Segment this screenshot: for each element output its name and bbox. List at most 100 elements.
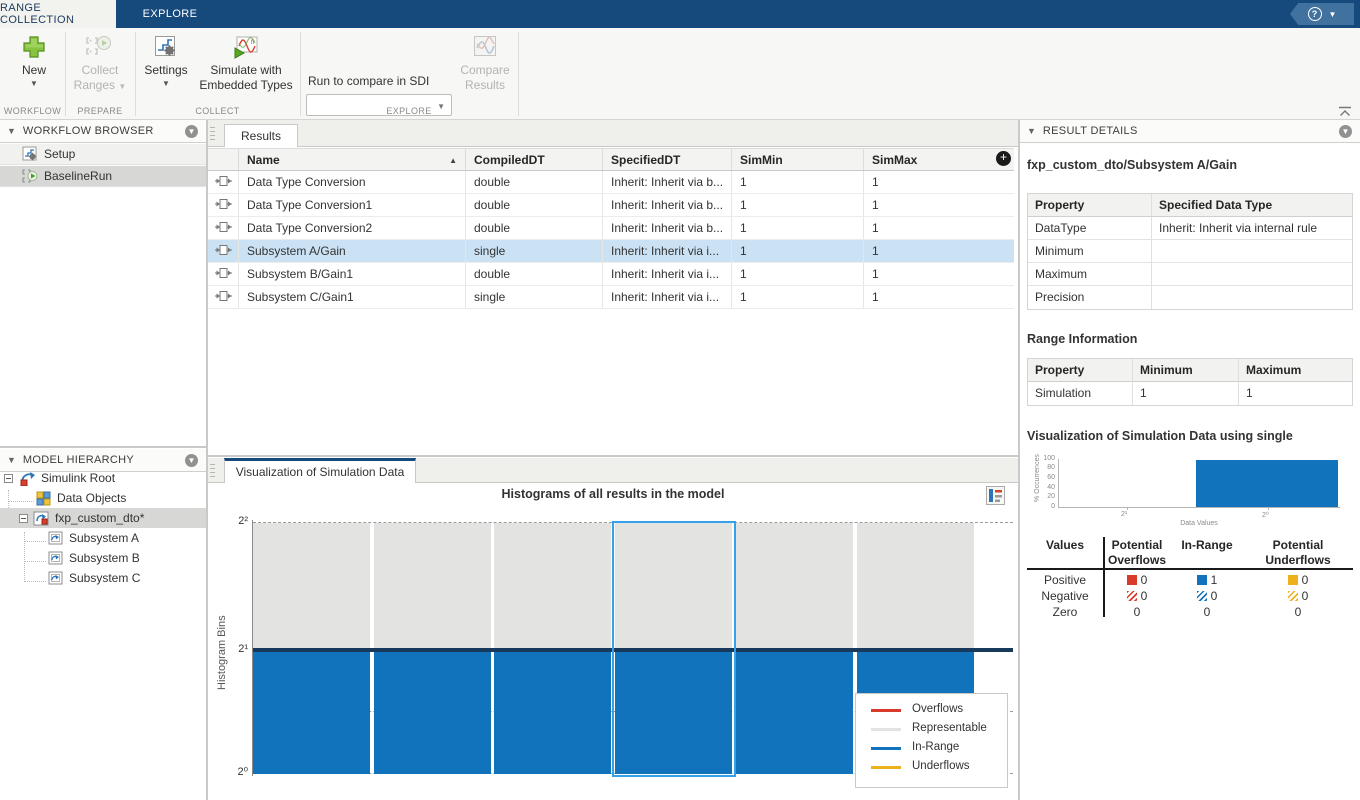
property-row[interactable]: Precision [1028,286,1352,309]
workflow-item-setup[interactable]: Setup [0,144,206,165]
sort-ascending-icon[interactable]: ▲ [449,156,457,165]
workflow-item-baselinerun[interactable]: BaselineRun [0,166,206,187]
property-row[interactable]: DataType Inherit: Inherit via internal r… [1028,217,1352,240]
subsystem-icon [48,551,63,565]
mini-y-tick: 100 [1042,455,1055,462]
tree-item-data-objects[interactable]: Data Objects [0,488,206,508]
collect-ranges-button: Collect Ranges ▼ [68,34,132,94]
results-row[interactable]: Data Type Conversion1 double Inherit: In… [208,194,1014,217]
tree-item-label: Subsystem C [69,571,140,585]
center-splitter[interactable] [208,455,1018,457]
tab-explore[interactable]: EXPLORE [116,0,224,28]
tab-visualization[interactable]: Visualization of Simulation Data [224,458,416,483]
tree-item-label: Data Objects [57,491,126,505]
toolstrip-tab-band: RANGE COLLECTION EXPLORE ? ▼ [0,0,1360,28]
tab-results[interactable]: Results [224,124,298,147]
baseline-run-icon [22,168,38,184]
mini-x-axis-label: Data Values [1058,520,1340,527]
settings-icon [153,34,179,60]
add-column-button[interactable]: + [996,151,1011,166]
column-header-compileddt[interactable]: CompiledDT [466,149,603,170]
collapse-caret-icon[interactable]: ▼ [7,455,16,465]
overflow-hatched-swatch [1127,591,1137,601]
property-row[interactable]: Maximum [1028,263,1352,286]
simulate-icon: fi [231,34,261,60]
tree-item-subsystem-c[interactable]: Subsystem C [0,568,206,588]
column-header-specifieddt[interactable]: SpecifiedDT [603,149,732,170]
mini-x-tickmark [1268,507,1269,510]
mini-y-axis-label: % Occurrences [1034,454,1041,502]
tree-item-subsystem-a[interactable]: Subsystem A [0,528,206,548]
tree-item-fxp-custom-dto[interactable]: fxp_custom_dto* [0,508,206,528]
svg-text:fi: fi [251,40,254,46]
legend-label: In-Range [912,741,959,753]
mini-y-axis-line [1058,459,1059,507]
column-header-simmin[interactable]: SimMin [732,149,864,170]
column-header-name[interactable]: Name ▲ [239,149,466,170]
results-row[interactable]: Data Type Conversion double Inherit: Inh… [208,171,1014,194]
icon-column-header [208,149,239,170]
results-row[interactable]: Subsystem B/Gain1 double Inherit: Inheri… [208,263,1014,286]
overflow-swatch [1127,575,1137,585]
block-icon [215,244,232,256]
result-details-title: RESULT DETAILS [1043,125,1339,137]
compare-results-icon [472,34,498,60]
underflow-swatch [1288,575,1298,585]
property-row[interactable]: Minimum [1028,240,1352,263]
right-splitter[interactable] [1018,120,1020,800]
panel-menu-icon[interactable]: ▼ [185,125,198,138]
result-details-header[interactable]: ▼ RESULT DETAILS ▼ [1020,120,1360,143]
block-icon [215,175,232,187]
new-button[interactable]: New ▼ [8,34,60,88]
values-table-rule [1027,568,1353,570]
toolstrip: New ▼ Collect Ranges ▼ Settings ▼ [0,28,1360,120]
settings-button[interactable]: Settings ▼ [140,34,192,88]
block-icon [215,267,232,279]
panel-grip[interactable] [210,464,215,478]
block-icon [215,198,232,210]
results-table: Name ▲ CompiledDT SpecifiedDT SimMin Sim… [208,148,1014,309]
panel-menu-icon[interactable]: ▼ [1339,125,1352,138]
panel-menu-icon[interactable]: ▼ [185,454,198,467]
tree-item-subsystem-b[interactable]: Subsystem B [0,548,206,568]
help-button[interactable]: ? ▼ [1290,3,1354,25]
setup-icon [22,146,38,162]
underflow-hatched-swatch [1288,591,1298,601]
panel-grip[interactable] [210,127,215,141]
column-header-simmax[interactable]: SimMax [864,149,999,170]
results-row[interactable]: Subsystem C/Gain1 single Inherit: Inheri… [208,286,1014,309]
collapse-caret-icon[interactable]: ▼ [1027,126,1036,136]
tab-results-label: Results [241,129,281,143]
model-icon [33,511,50,526]
section-label-workflow: WORKFLOW [0,106,65,116]
tree-item-label: Subsystem A [69,531,139,545]
collapse-box-icon[interactable] [4,474,13,483]
y-tick: 2¹ [226,643,248,655]
values-table-header: Values Potential Overflows In-Range Pote… [1027,538,1353,568]
mini-y-tick: 40 [1042,484,1055,491]
tab-range-collection[interactable]: RANGE COLLECTION [0,0,116,28]
tree-item-label: Subsystem B [69,551,140,565]
range-info-row[interactable]: Simulation 1 1 [1028,382,1352,405]
mini-viz-title: Visualization of Simulation Data using s… [1027,429,1293,443]
workflow-browser-header[interactable]: ▼ WORKFLOW BROWSER ▼ [0,120,206,143]
values-row-positive: Positive 0 1 0 [1027,573,1353,587]
collapse-caret-icon[interactable]: ▼ [7,126,16,136]
left-panel-splitter[interactable] [0,446,206,448]
values-row-zero: Zero 0 0 0 [1027,605,1353,619]
block-icon [215,221,232,233]
results-row-selected[interactable]: Subsystem A/Gain single Inherit: Inherit… [208,240,1014,263]
collapse-box-icon[interactable] [19,514,28,523]
tree-item-simulink-root[interactable]: Simulink Root [0,468,206,488]
workflow-browser-title: WORKFLOW BROWSER [23,125,185,137]
results-row[interactable]: Data Type Conversion2 double Inherit: In… [208,217,1014,240]
legend-label: Representable [912,722,987,734]
in-range-swatch [871,747,901,750]
tree-item-label: fxp_custom_dto* [55,511,144,525]
chart-options-icon[interactable] [986,486,1005,505]
simulate-embedded-button[interactable]: fi Simulate with Embedded Types [196,34,296,93]
collapse-toolstrip-icon[interactable] [1338,106,1352,117]
chevron-down-icon: ▼ [30,79,38,88]
workflow-item-label: Setup [44,147,75,161]
property-header: Property [1028,194,1152,216]
